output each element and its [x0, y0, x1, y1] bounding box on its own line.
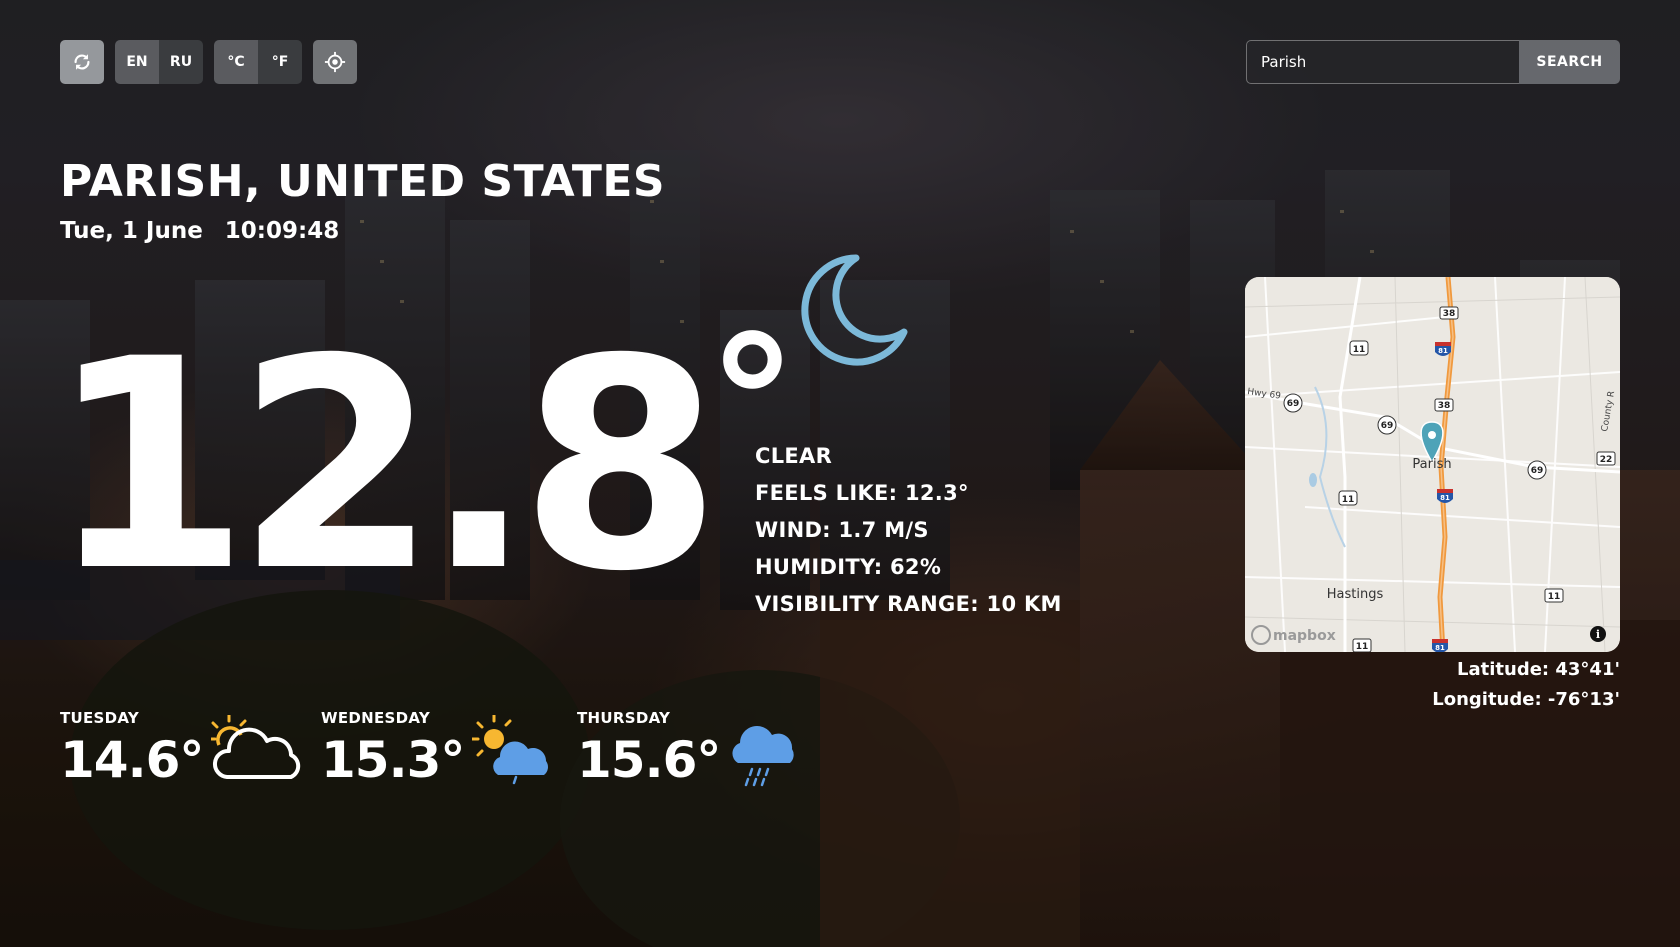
- search-button[interactable]: SEARCH: [1519, 40, 1620, 84]
- svg-text:69: 69: [1287, 399, 1300, 409]
- svg-text:38: 38: [1443, 309, 1456, 319]
- moon-icon: [801, 254, 908, 366]
- location-title: PARISH, UNITED STATES: [60, 156, 666, 207]
- current-time: 10:09:48: [224, 218, 340, 244]
- svg-text:69: 69: [1531, 466, 1544, 476]
- crosshair-icon: [324, 51, 346, 73]
- unit-fahrenheit-button[interactable]: °F: [258, 40, 302, 84]
- forecast-row: TUESDAY 14.6° WEDNESDAY 15.3° THURSDAY 1…: [60, 709, 807, 791]
- visibility-text: VISIBILITY RANGE: 10 KM: [755, 592, 1062, 616]
- weather-details: CLEAR FEELS LIKE: 12.3° WIND: 1.7 M/S HU…: [755, 438, 1062, 623]
- language-switcher: EN RU: [115, 40, 203, 84]
- svg-text:69: 69: [1381, 421, 1394, 431]
- feels-like-text: FEELS LIKE: 12.3°: [755, 481, 969, 505]
- wind-text: WIND: 1.7 M/S: [755, 518, 929, 542]
- svg-text:11: 11: [1342, 495, 1355, 505]
- svg-text:81: 81: [1440, 494, 1450, 502]
- lang-ru-button[interactable]: RU: [159, 40, 203, 84]
- location-map[interactable]: 38 81 11 38 69 69 69 22 11 81 11 11 81 H…: [1245, 277, 1620, 652]
- condition-text: CLEAR: [755, 444, 833, 468]
- svg-text:22: 22: [1600, 455, 1613, 465]
- current-date: Tue, 1 June: [60, 218, 203, 244]
- sun-blue-cloud-icon: [472, 715, 549, 785]
- lang-en-button[interactable]: EN: [115, 40, 159, 84]
- svg-text:11: 11: [1353, 345, 1366, 355]
- sun-cloud-icon: [211, 715, 301, 779]
- date-time: Tue, 1 June 10:09:48: [60, 218, 339, 244]
- current-temperature: 12.8°: [48, 314, 798, 612]
- svg-text:38: 38: [1438, 401, 1451, 411]
- map-town-label: Hastings: [1327, 587, 1384, 602]
- latitude-text: Latitude: 43°41': [1457, 659, 1620, 680]
- unit-celsius-button[interactable]: °C: [214, 40, 258, 84]
- longitude-text: Longitude: -76°13': [1432, 689, 1620, 710]
- svg-text:81: 81: [1438, 347, 1448, 355]
- forecast-day-temp: 14.6°: [60, 731, 204, 789]
- forecast-day-temp: 15.3°: [321, 731, 465, 789]
- unit-switcher: °C °F: [214, 40, 302, 84]
- svg-text:mapbox: mapbox: [1273, 628, 1336, 644]
- refresh-icon: [74, 54, 90, 70]
- svg-text:81: 81: [1435, 644, 1445, 652]
- svg-text:11: 11: [1548, 592, 1561, 602]
- map-info-icon[interactable]: i: [1590, 626, 1606, 642]
- rain-cloud-icon: [732, 726, 795, 787]
- forecast-day: TUESDAY 14.6°: [60, 709, 321, 791]
- top-controls: EN RU °C °F: [60, 40, 357, 84]
- forecast-day-temp: 15.6°: [577, 731, 721, 789]
- forecast-day: WEDNESDAY 15.3°: [321, 709, 577, 791]
- refresh-background-button[interactable]: [60, 40, 104, 84]
- svg-text:11: 11: [1356, 642, 1369, 652]
- current-temperature-value: 12.8: [48, 298, 722, 635]
- map-place-label: Parish: [1412, 457, 1451, 472]
- city-search-input[interactable]: [1246, 40, 1519, 84]
- humidity-text: HUMIDITY: 62%: [755, 555, 942, 579]
- forecast-day: THURSDAY 15.6°: [577, 709, 807, 791]
- coordinates: Latitude: 43°41' Longitude: -76°13': [1432, 655, 1620, 715]
- svg-text:i: i: [1596, 628, 1600, 641]
- search-form: SEARCH: [1246, 40, 1620, 84]
- geolocation-button[interactable]: [313, 40, 357, 84]
